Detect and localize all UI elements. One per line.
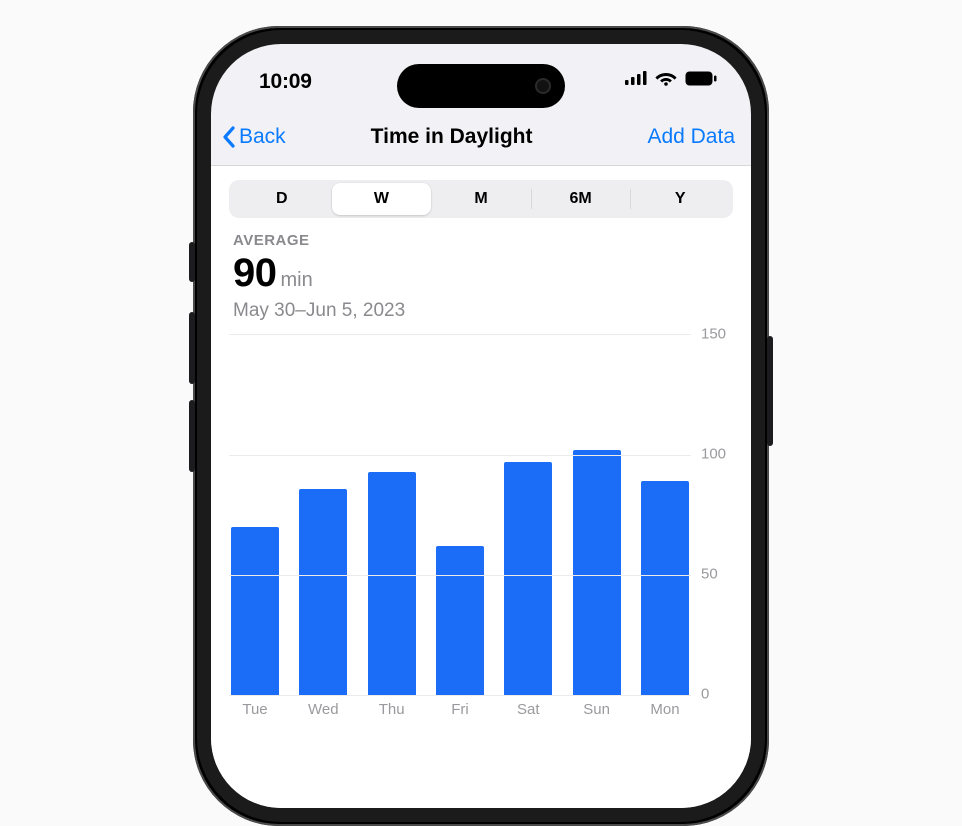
phone-side-button — [189, 242, 195, 282]
phone-side-button — [189, 400, 195, 472]
chart-bar-column: Tue — [231, 335, 279, 723]
chart-bar — [436, 546, 484, 695]
chart-x-tick: Tue — [242, 701, 267, 723]
chart-bar-column: Wed — [299, 335, 347, 723]
status-time: 10:09 — [259, 70, 312, 94]
chart-bar — [368, 472, 416, 695]
chart-bar-column: Mon — [641, 335, 689, 723]
nav-bar: Back Time in Daylight Add Data — [211, 116, 751, 166]
chart-bar — [231, 527, 279, 695]
chart-x-tick: Sun — [583, 701, 610, 723]
chart-x-tick: Fri — [451, 701, 469, 723]
chart-bar-column: Sun — [573, 335, 621, 723]
chart-y-tick: 150 — [701, 326, 726, 343]
summary-value: 90min — [233, 251, 729, 296]
chart-bar — [573, 450, 621, 695]
chart: TueWedThuFriSatSunMon 050100150 — [229, 334, 733, 732]
page-title: Time in Daylight — [256, 125, 648, 149]
chart-y-tick: 100 — [701, 446, 726, 463]
segment-y[interactable]: Y — [630, 183, 730, 215]
summary-number: 90 — [233, 251, 277, 295]
chart-y-axis: 050100150 — [691, 334, 733, 722]
add-data-button[interactable]: Add Data — [647, 125, 735, 149]
chart-gridline — [229, 455, 691, 456]
chart-x-tick: Wed — [308, 701, 339, 723]
summary-label: AVERAGE — [233, 232, 729, 249]
chart-x-tick: Mon — [650, 701, 679, 723]
phone-side-button — [189, 312, 195, 384]
wifi-icon — [655, 70, 677, 86]
phone-screen: 10:09 — [211, 44, 751, 808]
phone-side-button — [767, 336, 773, 446]
chart-bar — [641, 481, 689, 695]
segment-m[interactable]: M — [431, 183, 531, 215]
segment-6m[interactable]: 6M — [531, 183, 631, 215]
content-area: DWM6MY AVERAGE 90min May 30–Jun 5, 2023 … — [211, 166, 751, 808]
chart-bar — [299, 489, 347, 695]
chart-bar-column: Thu — [368, 335, 416, 723]
cellular-icon — [625, 71, 647, 85]
chart-bar-column: Fri — [436, 335, 484, 723]
chart-bar — [504, 462, 552, 695]
chart-bar-column: Sat — [504, 335, 552, 723]
phone-frame: 10:09 — [193, 26, 769, 826]
chart-y-tick: 0 — [701, 686, 709, 703]
time-range-segmented[interactable]: DWM6MY — [229, 180, 733, 218]
status-bar: 10:09 — [211, 44, 751, 116]
chart-gridline — [229, 575, 691, 576]
chevron-left-icon — [221, 125, 237, 149]
chart-y-tick: 50 — [701, 566, 718, 583]
chart-plot-area: Tue Wed Thu Fri Sat Sun Mon — [229, 334, 691, 722]
battery-icon — [685, 71, 717, 86]
segment-d[interactable]: D — [232, 183, 332, 215]
segment-w[interactable]: W — [332, 183, 432, 215]
chart-x-tick: Thu — [379, 701, 405, 723]
summary-date-range: May 30–Jun 5, 2023 — [233, 300, 729, 322]
summary-block: AVERAGE 90min May 30–Jun 5, 2023 — [229, 218, 733, 326]
chart-gridline — [229, 695, 691, 696]
summary-unit: min — [281, 269, 313, 291]
chart-x-tick: Sat — [517, 701, 540, 723]
